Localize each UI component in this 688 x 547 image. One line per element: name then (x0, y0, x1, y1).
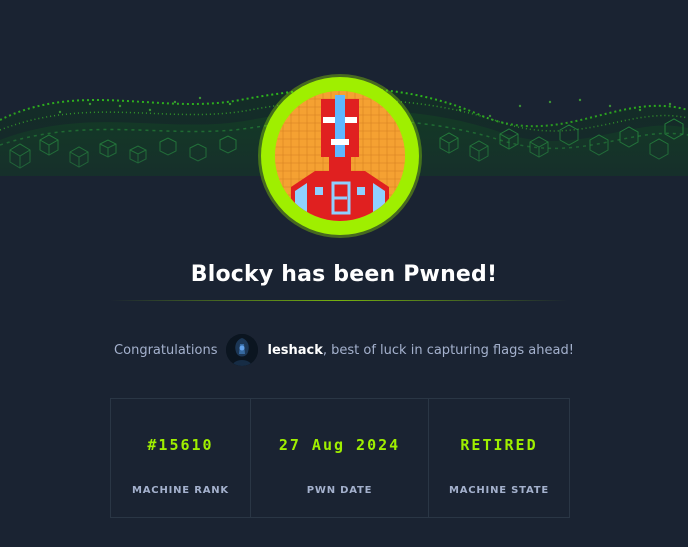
stat-pwn-date: 27 Aug 2024 PWN DATE (251, 399, 429, 517)
stats-panel: #15610 MACHINE RANK 27 Aug 2024 PWN DATE… (110, 398, 570, 518)
pwned-card: Blocky has been Pwned! Congratulations l… (0, 0, 688, 547)
machine-rank-label: MACHINE RANK (132, 485, 229, 496)
congratulations-line: Congratulations leshack , best of luck i… (0, 334, 688, 366)
pwn-date-label: PWN DATE (306, 485, 373, 496)
machine-rank-value: #15610 (147, 436, 214, 454)
user-avatar[interactable] (226, 334, 259, 366)
pwn-date-value: 27 Aug 2024 (278, 436, 401, 454)
congrats-prefix: Congratulations (114, 342, 218, 358)
page-title: Blocky has been Pwned! (190, 262, 498, 287)
title-divider (110, 300, 568, 301)
machine-state-label: MACHINE STATE (448, 485, 550, 496)
stat-machine-rank: #15610 MACHINE RANK (111, 399, 251, 517)
username-link[interactable]: leshack (267, 343, 322, 358)
machine-avatar-image (275, 91, 405, 221)
stat-machine-state: RETIRED MACHINE STATE (429, 399, 569, 517)
machine-state-value: RETIRED (460, 436, 538, 454)
machine-avatar-ring (261, 77, 419, 235)
congrats-suffix: , best of luck in capturing flags ahead! (322, 342, 574, 358)
